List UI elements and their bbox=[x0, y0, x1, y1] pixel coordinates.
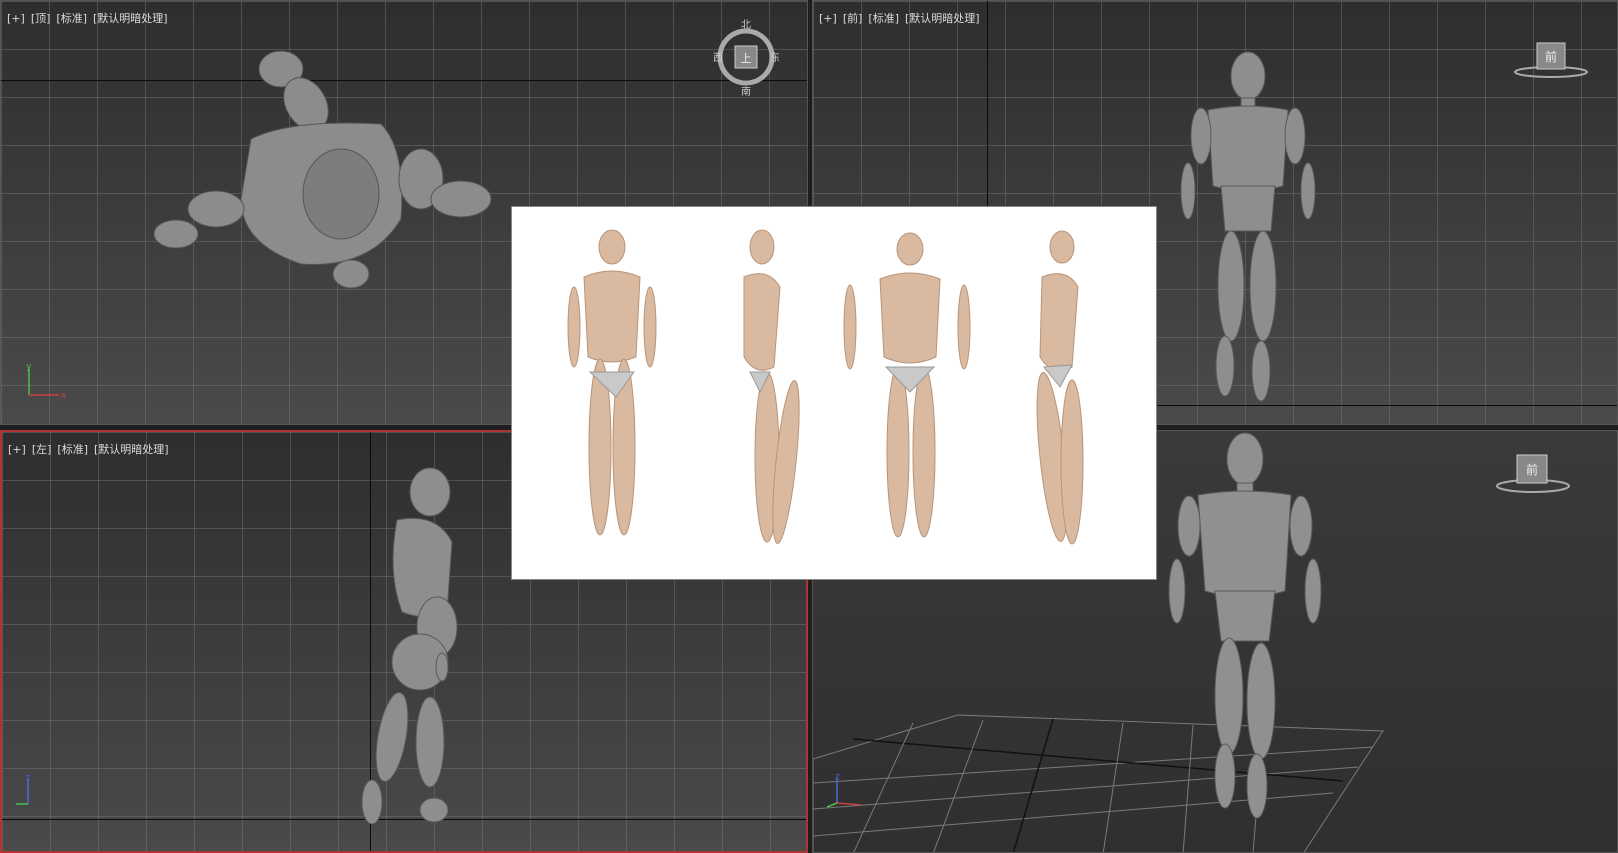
mannequin-front-view[interactable] bbox=[1163, 46, 1333, 411]
shading-mode[interactable]: [标准] bbox=[56, 12, 87, 25]
axis-tripod-perspective: z bbox=[826, 772, 862, 808]
viewcube-face-label: 前 bbox=[1545, 49, 1557, 64]
mannequin-top-view[interactable] bbox=[141, 29, 521, 299]
mannequin-perspective-view[interactable] bbox=[1153, 431, 1333, 831]
viewcube-face-label: 上 bbox=[741, 52, 752, 65]
axis-tripod-left: z bbox=[16, 773, 31, 805]
shading-mode[interactable]: [标准] bbox=[868, 12, 899, 25]
viewport-menu[interactable]: [+] bbox=[7, 12, 25, 25]
viewport-menu[interactable]: [+] bbox=[819, 12, 837, 25]
axis-y-label: y bbox=[26, 362, 32, 372]
axis-z-label: z bbox=[835, 772, 840, 782]
viewport-label-top[interactable]: [+] [顶] [标准] [默认明暗处理] bbox=[7, 10, 174, 26]
shading-mode[interactable]: [标准] bbox=[57, 443, 88, 456]
mannequin-side-view[interactable] bbox=[342, 462, 482, 832]
lighting-mode[interactable]: [默认明暗处理] bbox=[93, 12, 168, 25]
viewport-label-left[interactable]: [+] [左] [标准] [默认明暗处理] bbox=[8, 441, 175, 457]
view-name[interactable]: [顶] bbox=[31, 12, 51, 25]
lighting-mode[interactable]: [默认明暗处理] bbox=[94, 443, 169, 456]
view-name[interactable]: [前] bbox=[843, 12, 863, 25]
compass-east-label[interactable]: 东 bbox=[770, 51, 779, 64]
viewcube-perspective[interactable]: 前 bbox=[1493, 451, 1573, 501]
compass-north-label[interactable]: 北 bbox=[741, 19, 751, 31]
viewport-menu[interactable]: [+] bbox=[8, 443, 26, 456]
view-name[interactable]: [左] bbox=[32, 443, 52, 456]
lighting-mode[interactable]: [默认明暗处理] bbox=[905, 12, 980, 25]
viewport-label-front[interactable]: [+] [前] [标准] [默认明暗处理] bbox=[819, 10, 986, 26]
viewcube-front[interactable]: 前 bbox=[1511, 39, 1591, 85]
axis-tripod-top: y x bbox=[26, 362, 67, 401]
axis-x-label: x bbox=[61, 391, 67, 401]
reference-figures bbox=[567, 229, 1084, 545]
viewcube-face-label: 前 bbox=[1526, 462, 1538, 477]
viewcube-top[interactable]: 上 北 南 东 西 bbox=[713, 19, 779, 103]
compass-south-label[interactable]: 南 bbox=[741, 85, 751, 98]
axis-z-label: z bbox=[26, 773, 31, 783]
compass-west-label[interactable]: 西 bbox=[713, 53, 723, 64]
reference-image bbox=[512, 207, 1156, 579]
